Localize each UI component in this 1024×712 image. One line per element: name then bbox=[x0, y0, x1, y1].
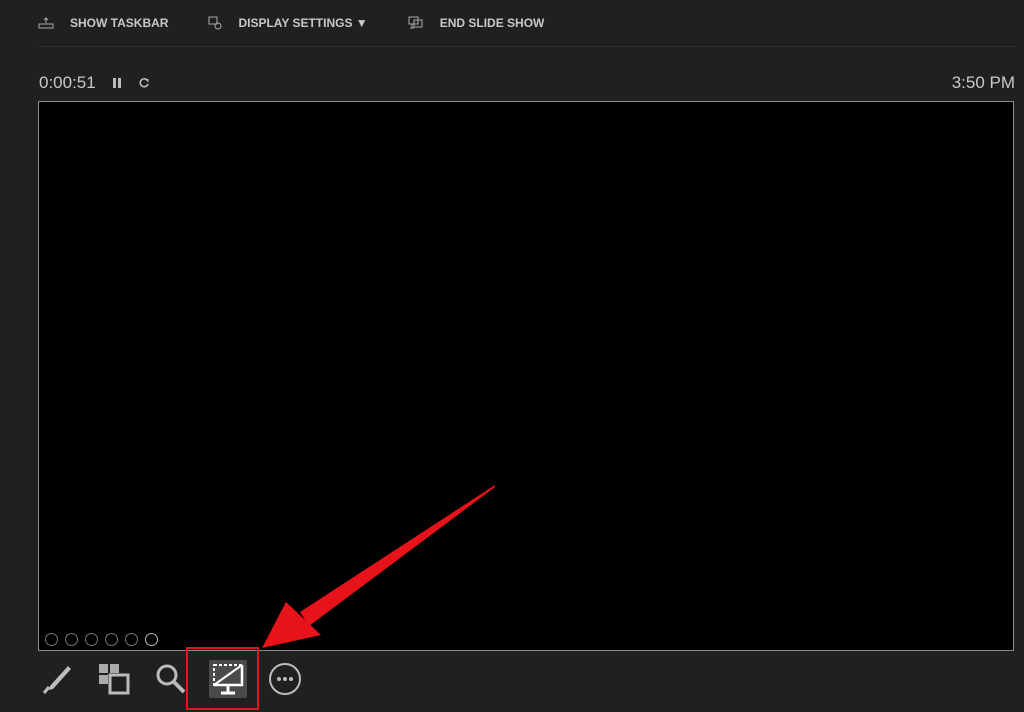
more-icon[interactable] bbox=[145, 633, 158, 646]
display-settings-label: DISPLAY SETTINGS ▼ bbox=[238, 16, 368, 30]
restart-icon[interactable] bbox=[138, 77, 150, 89]
magnifier-icon bbox=[156, 664, 186, 694]
show-taskbar-button[interactable]: SHOW TASKBAR bbox=[38, 16, 168, 30]
pen-tool-button[interactable] bbox=[38, 660, 76, 698]
pause-icon[interactable] bbox=[112, 78, 122, 88]
current-slide[interactable] bbox=[38, 101, 1014, 651]
see-all-slides-button[interactable] bbox=[95, 660, 133, 698]
end-slide-show-icon bbox=[408, 16, 423, 29]
slides-icon[interactable] bbox=[105, 633, 118, 646]
timer: 0:00:51 bbox=[39, 73, 150, 93]
end-slide-show-label: END SLIDE SHOW bbox=[439, 16, 545, 30]
presenter-tools bbox=[38, 660, 323, 698]
more-options-button[interactable] bbox=[266, 660, 304, 698]
slide-mini-controls bbox=[45, 633, 158, 646]
zoom-icon[interactable] bbox=[125, 633, 138, 646]
pen-icon[interactable] bbox=[85, 633, 98, 646]
next-icon[interactable] bbox=[65, 633, 78, 646]
pen-icon bbox=[42, 666, 71, 694]
zoom-button[interactable] bbox=[152, 660, 190, 698]
slide-grid-icon bbox=[99, 664, 130, 695]
more-icon bbox=[269, 663, 301, 695]
show-taskbar-label: SHOW TASKBAR bbox=[70, 16, 169, 30]
display-settings-button[interactable]: DISPLAY SETTINGS ▼ bbox=[208, 16, 368, 30]
highlight-box bbox=[186, 647, 259, 710]
end-slide-show-button[interactable]: END SLIDE SHOW bbox=[408, 16, 545, 30]
elapsed-time: 0:00:51 bbox=[39, 73, 96, 92]
taskbar-icon bbox=[38, 17, 54, 29]
clock: 3:50 PM bbox=[951, 73, 1015, 92]
previous-icon[interactable] bbox=[45, 633, 58, 646]
display-settings-icon bbox=[208, 16, 222, 30]
top-toolbar: SHOW TASKBAR DISPLAY SETTINGS ▼ END SLID… bbox=[38, 0, 1016, 47]
